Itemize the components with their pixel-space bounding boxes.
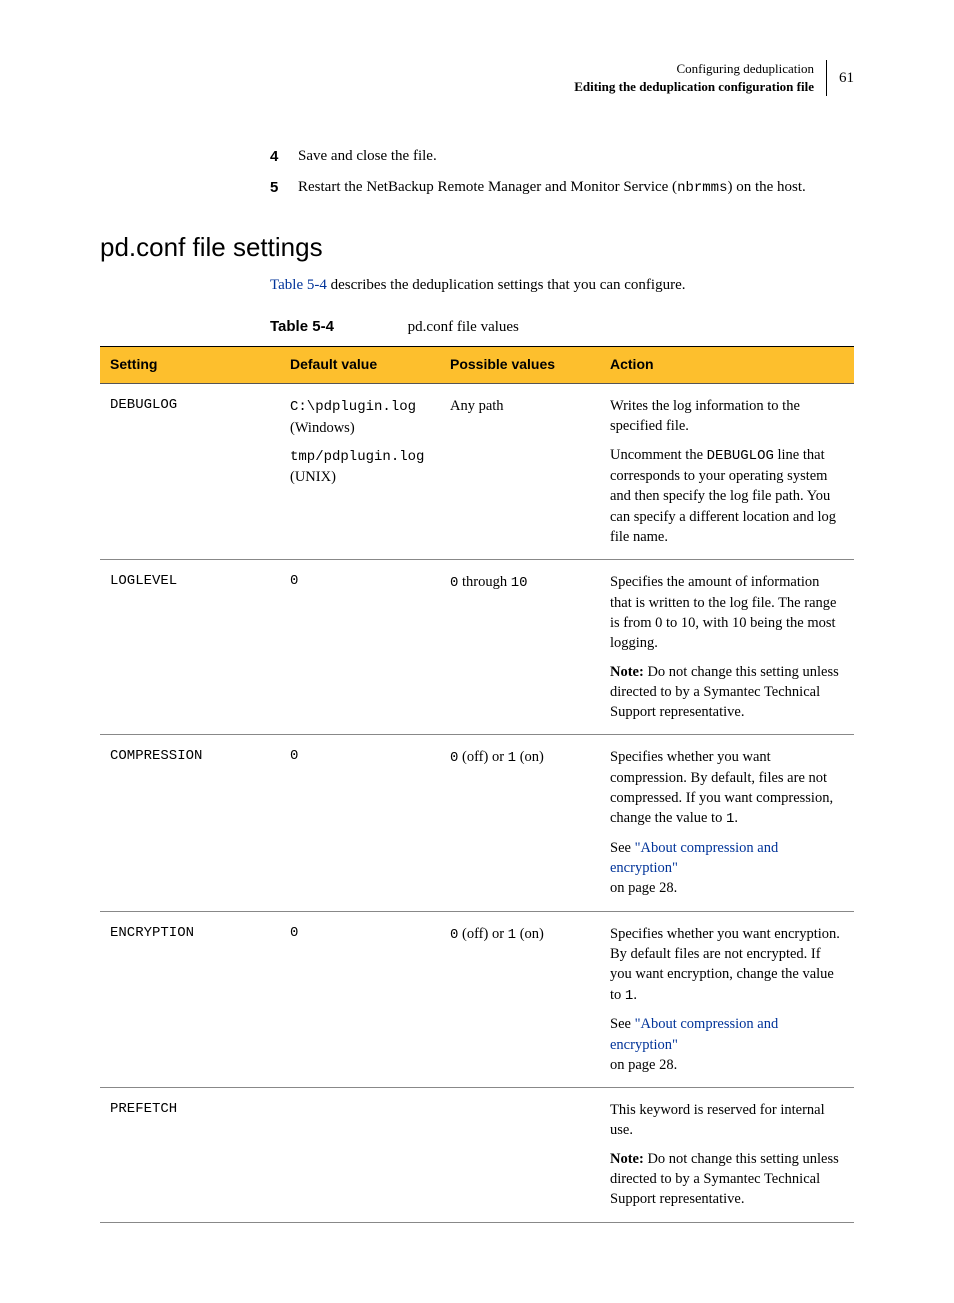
default-value: [280, 1088, 440, 1222]
default-value: 0: [280, 735, 440, 911]
table-row: LOGLEVEL 0 0 through 10 Specifies the am…: [100, 560, 854, 735]
intro-paragraph: Table 5-4 describes the deduplication se…: [270, 275, 854, 296]
setting-name: PREFETCH: [100, 1088, 280, 1222]
col-possible: Possible values: [440, 347, 600, 384]
cross-reference-link[interactable]: "About compression and encryption": [610, 840, 778, 876]
possible-values: [440, 1088, 600, 1222]
default-value: 0: [280, 560, 440, 735]
action-description: Writes the log information to the specif…: [600, 383, 854, 559]
table-title: pd.conf file values: [408, 319, 519, 335]
step-list: 4 Save and close the file. 5 Restart the…: [270, 146, 854, 199]
possible-values: 0 (off) or 1 (on): [440, 911, 600, 1087]
step-5: 5 Restart the NetBackup Remote Manager a…: [270, 177, 854, 199]
action-description: Specifies whether you want compression. …: [600, 735, 854, 911]
step-text: Restart the NetBackup Remote Manager and…: [298, 177, 854, 199]
default-value: 0: [280, 911, 440, 1087]
action-description: Specifies whether you want encryption. B…: [600, 911, 854, 1087]
table-reference-link[interactable]: Table 5-4: [270, 277, 327, 293]
inline-code: nbrmms: [677, 180, 727, 196]
setting-name: COMPRESSION: [100, 735, 280, 911]
action-description: Specifies the amount of information that…: [600, 560, 854, 735]
table-label: Table 5-4: [270, 318, 334, 335]
col-default: Default value: [280, 347, 440, 384]
possible-values: 0 (off) or 1 (on): [440, 735, 600, 911]
page-number: 61: [827, 68, 854, 89]
header-chapter: Configuring deduplication: [574, 60, 814, 78]
table-row: PREFETCH This keyword is reserved for in…: [100, 1088, 854, 1222]
step-number: 4: [270, 146, 298, 167]
action-description: This keyword is reserved for internal us…: [600, 1088, 854, 1222]
setting-name: LOGLEVEL: [100, 560, 280, 735]
step-4: 4 Save and close the file.: [270, 146, 854, 167]
col-setting: Setting: [100, 347, 280, 384]
section-heading: pd.conf file settings: [100, 229, 854, 265]
step-number: 5: [270, 177, 298, 199]
setting-name: DEBUGLOG: [100, 383, 280, 559]
possible-values: 0 through 10: [440, 560, 600, 735]
settings-table: Setting Default value Possible values Ac…: [100, 346, 854, 1222]
header-text-block: Configuring deduplication Editing the de…: [574, 60, 827, 96]
table-row: COMPRESSION 0 0 (off) or 1 (on) Specifie…: [100, 735, 854, 911]
table-row: ENCRYPTION 0 0 (off) or 1 (on) Specifies…: [100, 911, 854, 1087]
table-caption: Table 5-4 pd.conf file values: [270, 316, 854, 338]
table-header-row: Setting Default value Possible values Ac…: [100, 347, 854, 384]
default-value: C:\pdplugin.log (Windows) tmp/pdplugin.l…: [280, 383, 440, 559]
possible-values: Any path: [440, 383, 600, 559]
col-action: Action: [600, 347, 854, 384]
header-section: Editing the deduplication configuration …: [574, 78, 814, 96]
setting-name: ENCRYPTION: [100, 911, 280, 1087]
step-text: Save and close the file.: [298, 146, 854, 167]
cross-reference-link[interactable]: "About compression and encryption": [610, 1016, 778, 1052]
table-row: DEBUGLOG C:\pdplugin.log (Windows) tmp/p…: [100, 383, 854, 559]
page-header: Configuring deduplication Editing the de…: [100, 60, 854, 96]
